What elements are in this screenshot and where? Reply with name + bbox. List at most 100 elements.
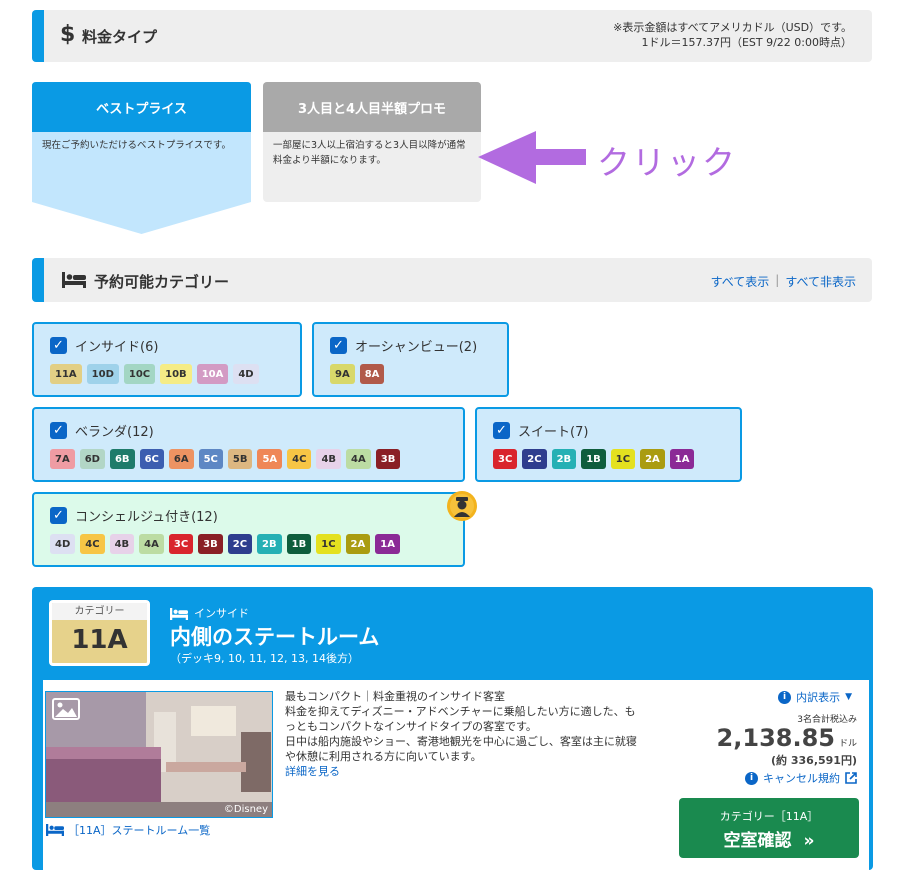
category-chip[interactable]: 1C <box>316 534 341 554</box>
category-chip[interactable]: 4D <box>50 534 76 554</box>
check-availability-button[interactable]: カテゴリー［11A］ 空室確認 » <box>679 798 859 858</box>
category-chip[interactable]: 2C <box>522 449 547 469</box>
category-label: スイート(7) <box>518 425 589 440</box>
external-link-icon <box>845 772 857 784</box>
category-chip[interactable]: 4B <box>316 449 342 469</box>
category-chip[interactable]: 4C <box>287 449 312 469</box>
checkbox-icon[interactable]: ✓ <box>50 422 67 439</box>
category-chip[interactable]: 1C <box>610 449 636 469</box>
category-chip[interactable]: 2A <box>345 534 371 554</box>
category-title: ✓ コンシェルジュ付き(12) <box>50 506 218 525</box>
category-chip[interactable]: 11A <box>50 364 82 384</box>
checkbox-icon[interactable]: ✓ <box>50 337 67 354</box>
category-chip[interactable]: 6A <box>168 449 194 469</box>
details-link[interactable]: 詳細を見る <box>285 764 680 779</box>
stateroom-list-link[interactable]: ［11A］ステートルーム一覧 <box>46 822 210 838</box>
category-chip[interactable]: 6D <box>79 449 105 469</box>
category-chip[interactable]: 1A <box>375 534 400 554</box>
show-all-link[interactable]: すべて表示 <box>711 273 770 290</box>
description-line: 日中は船内施設やショー、寄港地観光を中心に過ごし、客室は主に就寝 <box>285 735 637 748</box>
categories-header: 予約可能カテゴリー すべて表示 | すべて非表示 <box>32 258 872 302</box>
tab-best-price-label: ベストプライス <box>96 101 187 117</box>
checkbox-icon[interactable]: ✓ <box>330 337 347 354</box>
category-chip[interactable]: 4C <box>80 534 105 554</box>
category-label: インサイド(6) <box>75 340 159 355</box>
category-chip[interactable]: 3C <box>168 534 194 554</box>
bed-icon <box>46 824 64 836</box>
room-card-body: ©Disney ［11A］ステートルーム一覧 最もコンパクト｜料金重視のインサイ… <box>43 680 869 870</box>
category-badge-caption: カテゴリー <box>52 603 147 620</box>
bed-icon <box>62 272 86 288</box>
tab-promo-label: 3人目と4人目半額プロモ <box>263 82 481 132</box>
tab-best-price[interactable]: ベストプライス 現在ご予約いただけるベストプライスです。 <box>32 82 251 234</box>
annotation-text: クリック <box>597 143 737 182</box>
category-chip[interactable]: 1B <box>286 534 312 554</box>
category-box-inside[interactable]: ✓ インサイド(6) 11A 10D 10C 10B 10A 4D <box>32 322 302 397</box>
category-chip[interactable]: 5B <box>227 449 253 469</box>
category-chips: 4D 4C 4B 4A 3C 3B 2C 2B 1B 1C 2A 1A <box>50 534 400 554</box>
category-chip[interactable]: 4A <box>139 534 164 554</box>
category-chip[interactable]: 4D <box>233 364 259 384</box>
category-chip[interactable]: 3B <box>198 534 223 554</box>
category-chip[interactable]: 6C <box>139 449 164 469</box>
category-chip[interactable]: 2B <box>257 534 282 554</box>
tab-promo[interactable]: 3人目と4人目半額プロモ 一部屋に3人以上宿泊すると3人目以降が通常料金より半額… <box>263 82 481 202</box>
deck-info: （デッキ9, 10, 11, 12, 13, 14後方） <box>170 652 359 665</box>
show-hide-links: すべて表示 | すべて非表示 <box>711 273 856 290</box>
info-icon: i <box>778 690 792 704</box>
category-chip[interactable]: 8A <box>359 364 385 384</box>
room-photo[interactable]: ©Disney <box>45 691 273 818</box>
category-box-suite[interactable]: ✓ スイート(7) 3C 2C 2B 1B 1C 2A 1A <box>475 407 742 482</box>
category-chips: 11A 10D 10C 10B 10A 4D <box>50 364 259 384</box>
checkbox-icon[interactable]: ✓ <box>493 422 510 439</box>
category-chip[interactable]: 4B <box>109 534 135 554</box>
category-title: ✓ ベランダ(12) <box>50 421 154 440</box>
checkbox-icon[interactable]: ✓ <box>50 507 67 524</box>
category-chip[interactable]: 3B <box>375 449 401 469</box>
category-label: コンシェルジュ付き(12) <box>75 510 218 525</box>
header-accent-bar <box>32 10 44 62</box>
category-badge: カテゴリー 11A <box>49 600 150 666</box>
category-chip[interactable]: 1A <box>669 449 695 469</box>
caret-down-icon: ▼ <box>845 692 852 702</box>
currency-note: ※表示金額はすべてアメリカドル（USD）です。 1ドル＝157.37円（EST … <box>613 20 852 50</box>
currency-note-line2: 1ドル＝157.37円（EST 9/22 0:00時点） <box>641 36 852 49</box>
price-type-header: $ 料金タイプ ※表示金額はすべてアメリカドル（USD）です。 1ドル＝157.… <box>32 10 872 62</box>
price-type-title: 料金タイプ <box>82 28 158 46</box>
category-chip[interactable]: 2B <box>551 449 577 469</box>
cancel-policy-link[interactable]: i キャンセル規約 <box>745 770 857 786</box>
description-heading: 最もコンパクト｜料金重視のインサイド客室 <box>285 690 505 703</box>
dollar-icon: $ <box>60 22 76 47</box>
category-chip[interactable]: 1B <box>581 449 606 469</box>
image-icon <box>52 698 80 724</box>
breakdown-toggle[interactable]: i 内訳表示 ▼ <box>778 689 852 705</box>
bed-icon <box>170 608 188 620</box>
category-chip[interactable]: 4A <box>346 449 371 469</box>
category-chip[interactable]: 10C <box>123 364 156 384</box>
link-separator: | <box>775 273 780 287</box>
category-chip[interactable]: 10B <box>160 364 192 384</box>
category-chip[interactable]: 10A <box>196 364 229 384</box>
category-chip[interactable]: 10D <box>86 364 119 384</box>
price-currency: ドル <box>838 739 857 749</box>
description-line: や休憩に利用される方に向いています。 <box>285 750 482 763</box>
price-value: 2,138.85 <box>716 724 835 752</box>
tab-best-price-desc: 現在ご予約いただけるベストプライスです。 <box>42 140 231 151</box>
category-chip[interactable]: 6B <box>109 449 135 469</box>
category-box-concierge[interactable]: ✓ コンシェルジュ付き(12) 4D 4C 4B 4A 3C 3B 2C 2B 1B 1C 2A 1A <box>32 491 477 567</box>
category-chips: 9A 8A <box>330 364 385 384</box>
double-chevron-icon: » <box>803 831 815 851</box>
category-box-veranda[interactable]: ✓ ベランダ(12) 7A 6D 6B 6C 6A 5C 5B 5A 4C 4B 4A 3B <box>32 407 465 482</box>
category-chip[interactable]: 3C <box>493 449 518 469</box>
category-chip[interactable]: 9A <box>330 364 355 384</box>
category-chip[interactable]: 2C <box>227 534 253 554</box>
category-box-oceanview[interactable]: ✓ オーシャンビュー(2) 9A 8A <box>312 322 509 397</box>
category-chip[interactable]: 2A <box>640 449 665 469</box>
category-title: ✓ オーシャンビュー(2) <box>330 336 477 355</box>
cta-category-label: カテゴリー［11A］ <box>719 810 819 823</box>
cta-main-label-row: 空室確認 » <box>679 826 859 851</box>
hide-all-link[interactable]: すべて非表示 <box>785 273 856 290</box>
category-chip[interactable]: 7A <box>50 449 75 469</box>
category-chip[interactable]: 5C <box>198 449 223 469</box>
category-chip[interactable]: 5A <box>257 449 283 469</box>
